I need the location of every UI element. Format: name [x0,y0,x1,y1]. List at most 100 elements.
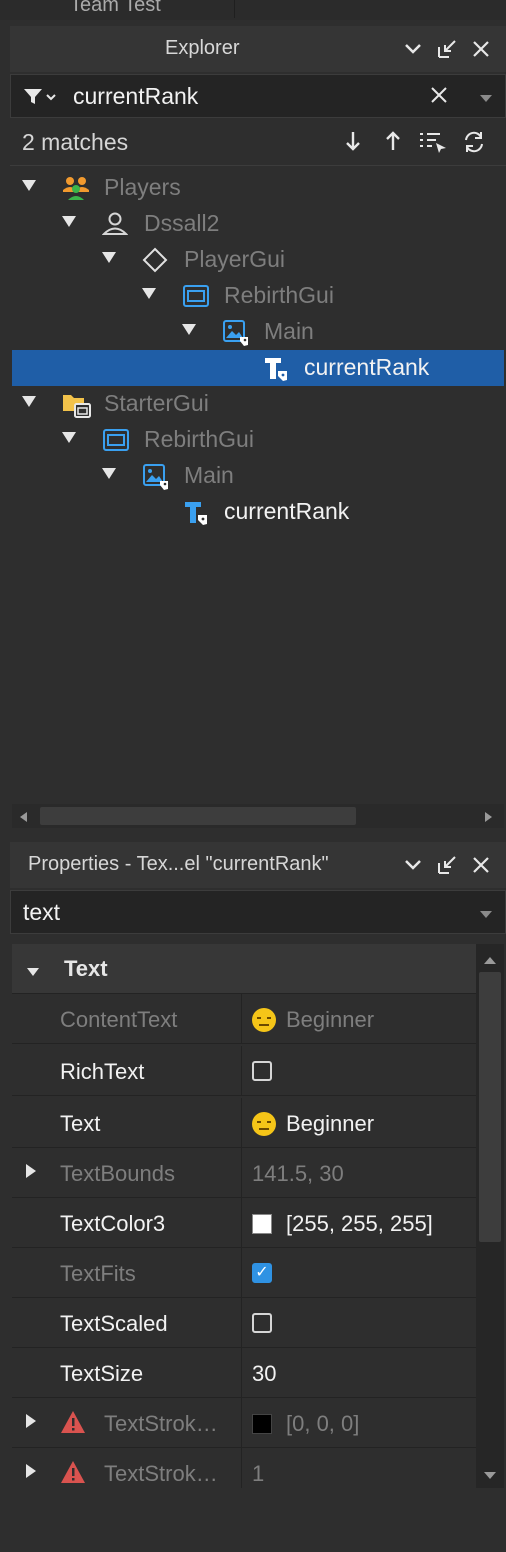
scroll-right-icon[interactable] [484,810,494,828]
startergui-icon [62,391,91,418]
textlabel-icon [262,355,288,381]
scroll-thumb[interactable] [479,972,501,1242]
property-name: TextStrok… [104,1461,218,1486]
property-value-text[interactable]: 30 [252,1361,276,1387]
property-value[interactable] [252,1061,272,1081]
expand-arrow-icon[interactable] [22,180,36,191]
scroll-left-icon[interactable] [18,810,28,828]
tree-item-label: Main [184,462,234,488]
search-dropdown-icon[interactable] [479,907,493,925]
expand-arrow-icon[interactable] [142,288,156,299]
property-row-textstroketransparency[interactable]: TextStrok… 1 [12,1448,476,1488]
properties-vertical-scrollbar[interactable] [476,944,504,1488]
section-header-text[interactable]: Text [12,944,476,994]
expand-arrow-icon[interactable] [102,252,116,263]
tree-item-main[interactable]: Main [12,314,504,350]
column-divider [241,1046,242,1096]
column-divider [241,1098,242,1148]
expand-arrow-icon[interactable] [102,468,116,479]
column-divider [241,994,242,1044]
property-row-text[interactable]: Text Beginner [12,1098,476,1148]
expand-arrow-icon[interactable] [26,1464,36,1478]
property-value-text: 141.5, 30 [252,1161,344,1186]
expand-arrow-icon[interactable] [26,1164,36,1178]
tree-item-main[interactable]: Main [12,458,504,494]
expand-arrow-icon[interactable] [182,324,196,335]
tree-item-dssall2[interactable]: Dssall2 [12,206,504,242]
filter-icon[interactable] [23,87,59,112]
imagelabel-icon [142,463,168,490]
collapse-arrow-icon[interactable] [26,964,40,982]
chevron-down-icon[interactable] [400,852,426,878]
column-divider [241,1448,242,1488]
property-name: TextColor3 [60,1211,166,1236]
expressionless-face-emoji-icon [252,1112,276,1136]
select-all-matches-icon[interactable] [418,130,448,159]
matches-count: 2 matches [22,129,129,155]
explorer-search-input[interactable]: currentRank [73,83,198,110]
playergui-icon [142,247,168,273]
warning-icon [60,1460,86,1484]
property-value: [0, 0, 0] [252,1411,359,1437]
tree-item-label: Main [264,318,314,344]
tree-item-currentrank[interactable]: currentRank [12,494,504,530]
refresh-icon[interactable] [462,130,486,159]
expand-arrow-icon[interactable] [26,1414,36,1428]
checkmark-icon: ✓ [252,1263,272,1283]
tree-item-label: Players [104,174,181,200]
player-icon [101,211,129,237]
previous-match-icon[interactable] [384,130,402,157]
clear-search-icon[interactable] [429,85,449,110]
tree-item-startergui[interactable]: StarterGui [12,386,504,422]
explorer-tree: Players Dssall2 PlayerGui RebirthGui Mai… [12,168,504,802]
textscaled-checkbox[interactable] [252,1313,272,1333]
property-name: RichText [60,1059,145,1084]
scroll-down-icon[interactable] [483,1468,497,1486]
property-row-textstrokecolor[interactable]: TextStrok… [0, 0, 0] [12,1398,476,1448]
explorer-horizontal-scrollbar[interactable] [12,804,504,828]
column-divider [241,1298,242,1348]
expand-arrow-icon[interactable] [22,396,36,407]
property-value[interactable]: [255, 255, 255] [252,1211,433,1237]
close-icon[interactable] [468,36,494,62]
property-value[interactable]: Beginner [252,1111,374,1137]
expand-arrow-icon[interactable] [62,216,76,227]
scroll-up-icon[interactable] [483,952,497,970]
matches-bar: 2 matches [10,120,506,166]
explorer-title: Explorer [165,37,240,59]
column-divider [241,1348,242,1398]
explorer-header: Explorer [10,26,506,72]
close-icon[interactable] [468,852,494,878]
property-row-textscaled[interactable]: TextScaled [12,1298,476,1348]
expressionless-face-emoji-icon [252,1008,276,1032]
scroll-thumb[interactable] [40,807,356,825]
tree-item-playergui[interactable]: PlayerGui [12,242,504,278]
tree-item-currentrank-selected[interactable]: currentRank [12,350,504,386]
color-swatch[interactable] [252,1214,272,1234]
property-row-contenttext[interactable]: ContentText Beginner [12,994,476,1044]
property-row-textsize[interactable]: TextSize 30 [12,1348,476,1398]
richtext-checkbox[interactable] [252,1061,272,1081]
undock-icon[interactable] [434,36,460,62]
property-row-richtext[interactable]: RichText [12,1046,476,1096]
property-row-textfits[interactable]: TextFits ✓ [12,1248,476,1298]
tree-item-rebirthgui[interactable]: RebirthGui [12,278,504,314]
expand-arrow-icon[interactable] [62,432,76,443]
tree-item-players[interactable]: Players [12,170,504,206]
property-row-textbounds[interactable]: TextBounds 141.5, 30 [12,1148,476,1198]
tree-item-rebirthgui[interactable]: RebirthGui [12,422,504,458]
team-test-tab[interactable]: Team Test [30,0,235,18]
color-swatch [252,1414,272,1434]
textlabel-icon [182,499,208,525]
property-value[interactable] [252,1313,272,1333]
property-row-textcolor3[interactable]: TextColor3 [255, 255, 255] [12,1198,476,1248]
players-icon [62,175,89,201]
undock-icon[interactable] [434,852,460,878]
search-dropdown-icon[interactable] [479,91,493,109]
chevron-down-icon[interactable] [400,36,426,62]
tree-item-label: currentRank [304,354,430,380]
next-match-icon[interactable] [344,130,362,157]
screengui-icon [102,427,129,453]
property-value-text: Beginner [286,1111,375,1136]
properties-search-input[interactable]: text [23,899,60,926]
